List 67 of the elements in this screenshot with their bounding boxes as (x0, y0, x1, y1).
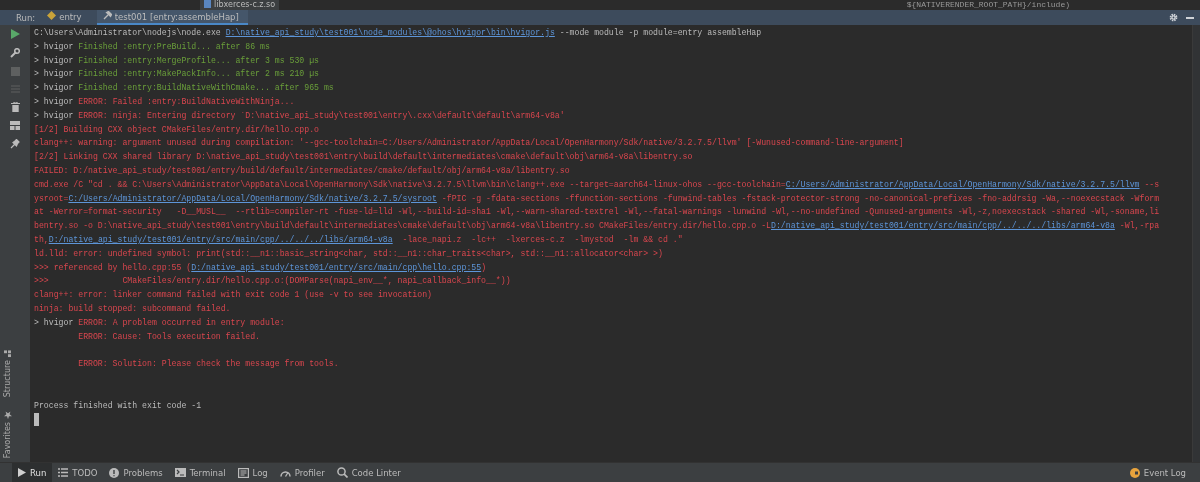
console-line: > hvigor Finished :entry:MakePackInfo... after 2 ms 210 µs (34, 68, 319, 81)
console-line: clang++: warning: argument unused during compilation: '--gcc-toolchain=C:/Users/Administrator/AppData/Local/OpenHarmony/Sdk/native/3.2.7.5/llvm' [-Wunused-command-line-argument] (34, 137, 904, 150)
tool-window-tab[interactable]: Code Linter (330, 463, 407, 482)
console-line: ysroot=C:/Users/Administrator/AppData/Local/OpenHarmony/Sdk/native/3.2.7.5/sysroot -fPIC -g -fdata-sections -ffunction-sections -funwind-tables -fstack-protector-strong -no-canonical-prefixes -fno-addrsig -Wa,--noexecstack -Wform (34, 192, 1160, 205)
file-icon (204, 0, 211, 8)
console-line: bentry.so -o D:\native_api_study\test001\entry\build\default\intermediates\cmake\default\obj\arm64-v8a\libentry.so CMakeFiles/entry.dir/hello.cpp.o -LD:/native_api_study/test001/entry/src/main/cpp/../../../libs/arm64-v8a -Wl,-rpa (34, 220, 1160, 233)
console-tab[interactable]: test001 [entry:assembleHap] (96, 10, 248, 25)
log-icon (237, 467, 249, 478)
console-line: >>> CMakeFiles/entry.dir/hello.cpp.o:(DOMParse(napi_env__*, napi_callback_info__*)) (34, 275, 511, 288)
minimize-icon[interactable] (1186, 16, 1194, 19)
file-link[interactable]: D:/native_api_study/test001/entry/src/main/cpp\hello.cpp:55 (191, 262, 482, 272)
console-line: ld.lld: error: undefined symbol: print(std::__n1::basic_string<char, std::__n1::char_traits<char>, std::__n1::allocator<char> >) (34, 247, 663, 260)
console-line: ERROR: Solution: Please check the message from tools. (77, 358, 339, 371)
text-cursor (34, 413, 39, 427)
console-line: C:\Users\Administrator\nodejs\node.exe D:\native_api_study\test001\node_modules\@ohos\hvigor\bin\hvigor.js --mode module -p module=entry assembleHap (34, 27, 762, 39)
console-line: [1/2] Building CXX object CMakeFiles/entry.dir/hello.cpp.o (34, 123, 319, 136)
console-line: FAILED: D:/native_api_study/test001/entry/build/default/intermediates/cmake/default/obj/arm64-v8a/libentry.so (34, 164, 570, 177)
console-line: > hvigor ERROR: ninja: Entering directory `D:\native_api_study\test001\entry\.cxx\default\default\arm64-v8a' (34, 109, 565, 122)
warning-icon (109, 467, 120, 478)
tool-window-tab[interactable]: Log (231, 463, 274, 482)
settings-icon[interactable] (1169, 13, 1178, 22)
hammer-icon (102, 11, 112, 20)
file-link[interactable]: D:/native_api_study/test001/entry/src/main/cpp/../../../libs/arm64-v8a (48, 234, 393, 244)
console-line: Process finished with exit code -1 (34, 399, 202, 412)
console-line: > hvigor Finished :entry:BuildNativeWithCmake... after 965 ms (34, 82, 334, 95)
console-line: [2/2] Linking CXX shared library D:\native_api_study\test001\entry\build\default\intermediates\cmake\default\obj\arm64-v8a\libentry.so (34, 151, 693, 164)
console-line: at -Werror=format-security -D__MUSL__ --rtlib=compiler-rt -fuse-ld=lld -Wl,--build-id=sha1 -Wl,--warn-shared-textrel -Wl,--fatal-warnings -lunwind -Wl,--no-undefined -Qunused-arguments -Wl,-z,noexecstack -shared -Wl,-soname,li (34, 206, 1160, 219)
file-link[interactable]: C:/Users/Administrator/AppData/Local/OpenHarmony/Sdk/native/3.2.7.5/sysroot (68, 193, 437, 203)
side-panel-tab[interactable]: Structure (3, 349, 12, 397)
tool-window-tab[interactable]: Profiler (273, 463, 331, 482)
magnifier-icon (336, 467, 348, 478)
run-label: Run: (16, 12, 36, 23)
pin-icon[interactable] (10, 139, 20, 149)
console-line: >>> referenced by hello.cpp:55 (D:/native_api_study/test001/entry/src/main/cpp\hello.cpp:55) (34, 261, 487, 274)
console-line: clang++: error: linker command failed with exit code 1 (use -v to see invocation) (34, 289, 432, 302)
scrollbar-track[interactable] (1192, 25, 1200, 462)
star-icon (4, 410, 12, 419)
run-icon[interactable] (10, 29, 20, 39)
tool-window-tab[interactable]: TODO (52, 463, 104, 482)
file-link[interactable]: D:\native_api_study\test001\node_modules\@ohos\hvigor\bin\hvigor.js (225, 28, 555, 37)
tool-window-tab[interactable]: Terminal (168, 463, 232, 482)
side-panel-tab[interactable]: Favorites (3, 410, 12, 458)
console-line: ERROR: Cause: Tools execution failed. (77, 330, 260, 343)
layout-icon[interactable] (10, 121, 20, 130)
code-line: ${NATIVERENDER_ROOT_PATH}/include) (906, 1, 1070, 9)
file-tab[interactable]: libxerces-c.z.so (200, 0, 280, 10)
console-line: th,D:/native_api_study/test001/entry/src/main/cpp/../../../libs/arm64-v8a -lace_napi.z -lc++ -lxerces-c.z -lmystod -lm && cd ." (34, 233, 683, 246)
console-line: > hvigor Finished :entry:MergeProfile... after 3 ms 530 µs (34, 54, 319, 67)
console-line: > hvigor ERROR: A problem occurred in entry module: (34, 316, 285, 329)
structure-icon (4, 349, 12, 357)
tool-window-tab[interactable]: Problems (103, 463, 169, 482)
file-link[interactable]: C:/Users/Administrator/AppData/Local/OpenHarmony/Sdk/native/3.2.7.5/llvm (785, 179, 1140, 189)
tool-window-tab[interactable]: Run (12, 463, 53, 482)
run-icon (18, 468, 26, 477)
console-line: > hvigor ERROR: Failed :entry:BuildNativeWithNinja... (34, 96, 295, 108)
file-link[interactable]: D:/native_api_study/test001/entry/src/main/cpp/../../../libs/arm64-v8a (771, 221, 1115, 231)
event-log-tab[interactable]: Event Log (1123, 463, 1192, 482)
console-line: cmd.exe /C "cd . && C:\Users\Administrator\AppData\Local\OpenHarmony\Sdk\native\3.2.7.5\llvm\bin\clang++.exe --target=aarch64-linux-ohos --gcc-toolchain=C:/Users/Administrator/AppData/Local/OpenHarmony/Sdk/native/3.2.7.5/llvm --s (34, 178, 1160, 191)
gauge-icon (279, 468, 291, 477)
console-line: ninja: build stopped: subcommand failed. (34, 302, 231, 315)
terminal-icon (174, 468, 186, 477)
console-tab[interactable]: entry (41, 10, 91, 25)
list-icon (58, 468, 69, 477)
wrench-icon[interactable] (10, 48, 20, 58)
trash-icon[interactable] (10, 102, 20, 112)
event-log-icon (1129, 467, 1140, 478)
console-line: > hvigor Finished :entry:PreBuild... after 86 ms (34, 40, 270, 53)
